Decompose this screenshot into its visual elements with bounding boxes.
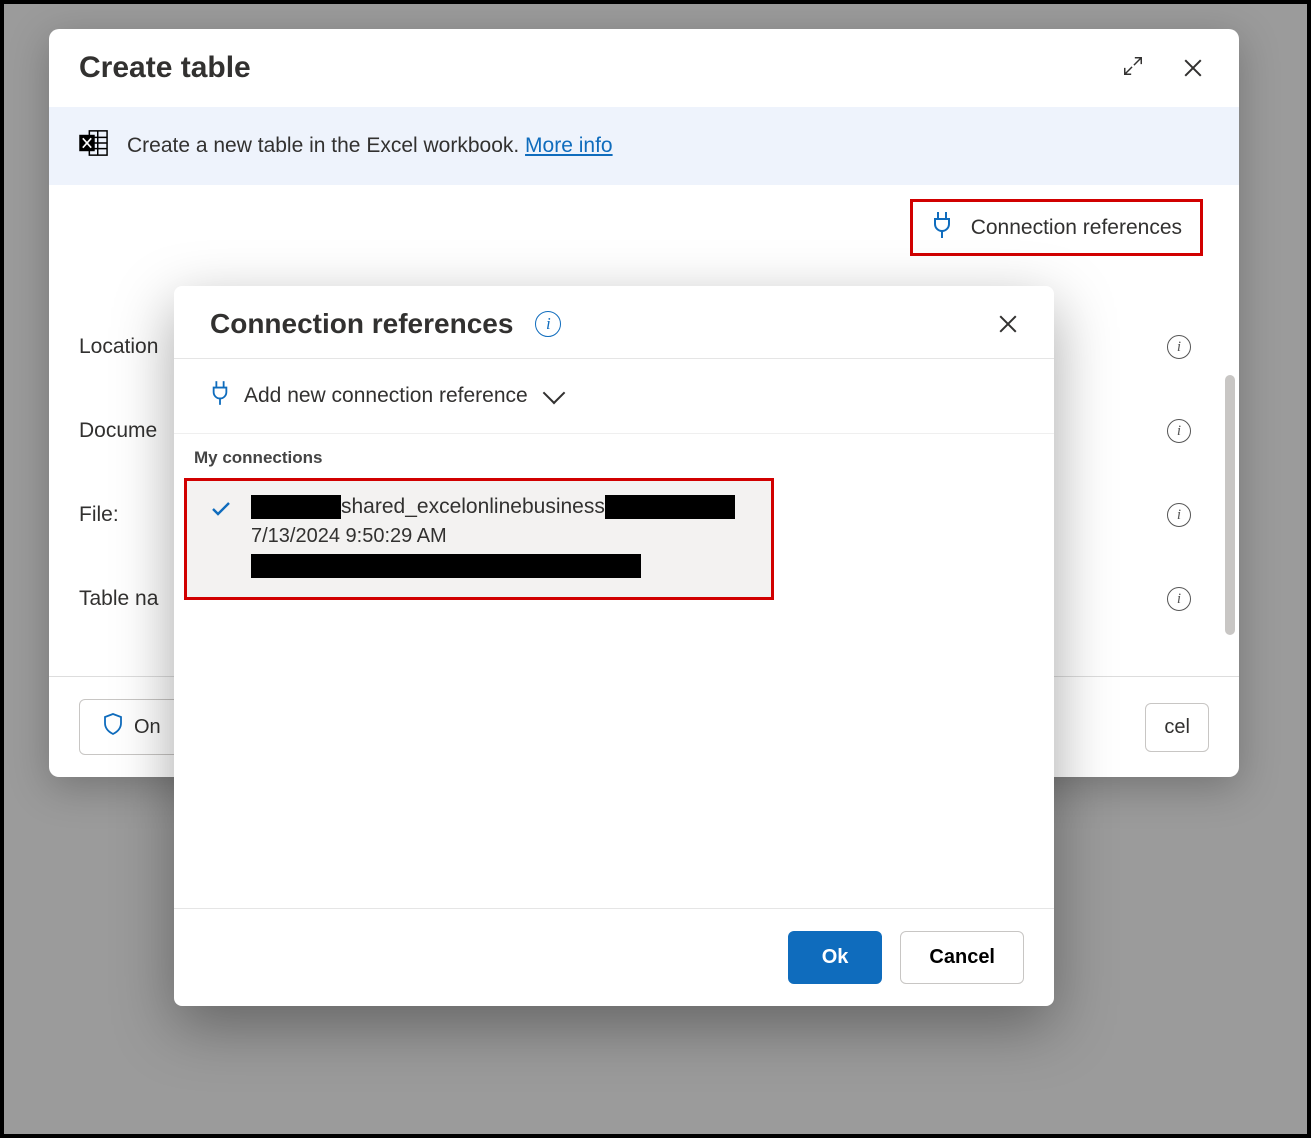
expand-icon bbox=[1122, 55, 1144, 82]
connection-details: shared_excelonlinebusiness 7/13/2024 9:5… bbox=[251, 495, 735, 583]
banner-text: Create a new table in the Excel workbook… bbox=[127, 134, 613, 158]
redacted-text bbox=[251, 495, 341, 519]
right-footer-button[interactable]: cel bbox=[1145, 703, 1209, 752]
info-icon[interactable]: i bbox=[1167, 335, 1191, 359]
popover-footer: Ok Cancel bbox=[174, 908, 1054, 1006]
connection-references-label: Connection references bbox=[971, 216, 1182, 240]
shield-icon bbox=[102, 712, 124, 742]
popover-header: Connection references i bbox=[174, 286, 1054, 359]
connection-extra bbox=[251, 554, 735, 583]
close-dialog-button[interactable] bbox=[1177, 52, 1209, 84]
connection-references-popover: Connection references i Add new connecti… bbox=[174, 286, 1054, 1006]
banner-text-content: Create a new table in the Excel workbook… bbox=[127, 134, 525, 157]
scrollbar-thumb[interactable] bbox=[1225, 375, 1235, 635]
my-connections-label: My connections bbox=[174, 434, 1054, 478]
connection-name-mid: shared_excelonlinebusiness bbox=[341, 495, 605, 519]
add-connection-reference[interactable]: Add new connection reference bbox=[174, 359, 1054, 434]
cancel-button[interactable]: Cancel bbox=[900, 931, 1024, 984]
add-connection-label: Add new connection reference bbox=[244, 384, 528, 408]
excel-icon bbox=[79, 129, 109, 163]
info-icon[interactable]: i bbox=[1167, 587, 1191, 611]
redacted-text bbox=[251, 554, 641, 578]
expand-button[interactable] bbox=[1117, 52, 1149, 84]
check-icon bbox=[209, 497, 233, 583]
redacted-text bbox=[605, 495, 735, 519]
close-icon bbox=[997, 313, 1019, 335]
info-icon[interactable]: i bbox=[1167, 503, 1191, 527]
plug-icon bbox=[210, 381, 230, 411]
popover-title-wrap: Connection references i bbox=[210, 308, 561, 340]
connection-references-button[interactable]: Connection references bbox=[910, 199, 1203, 256]
close-icon bbox=[1182, 57, 1204, 79]
dialog-header: Create table bbox=[49, 29, 1239, 107]
plug-icon bbox=[931, 212, 953, 243]
more-info-link[interactable]: More info bbox=[525, 134, 613, 157]
info-banner: Create a new table in the Excel workbook… bbox=[49, 107, 1239, 185]
popover-title: Connection references bbox=[210, 308, 513, 340]
right-footer-label: cel bbox=[1164, 716, 1190, 739]
ok-button[interactable]: Ok bbox=[788, 931, 883, 984]
connection-item[interactable]: shared_excelonlinebusiness 7/13/2024 9:5… bbox=[184, 478, 774, 600]
dialog-header-actions bbox=[1117, 52, 1209, 84]
chevron-down-icon bbox=[542, 382, 565, 405]
only-label: On bbox=[134, 716, 161, 739]
connection-date: 7/13/2024 9:50:29 AM bbox=[251, 525, 735, 548]
close-popover-button[interactable] bbox=[992, 308, 1024, 340]
info-icon[interactable]: i bbox=[535, 311, 561, 337]
connection-name: shared_excelonlinebusiness bbox=[251, 495, 735, 519]
dialog-title: Create table bbox=[79, 51, 251, 85]
info-icon[interactable]: i bbox=[1167, 419, 1191, 443]
only-button[interactable]: On bbox=[79, 699, 184, 755]
